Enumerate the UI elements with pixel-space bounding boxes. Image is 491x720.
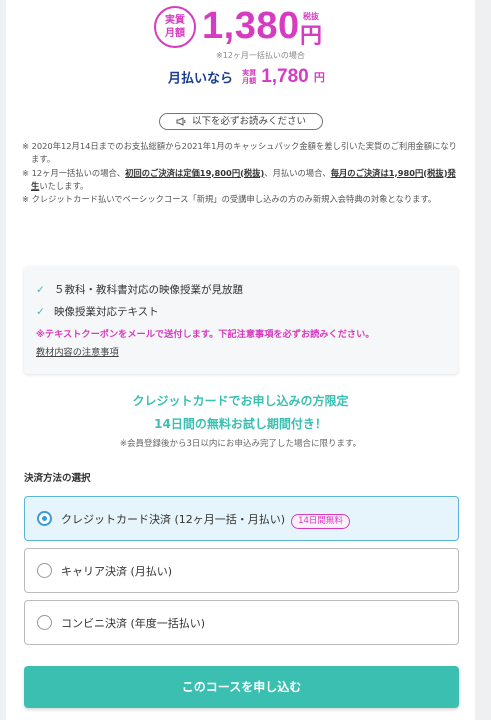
monthly-badge-line2: 月額 <box>242 77 257 85</box>
note-cashback: ※ 2020年12月14日までのお支払総額から2021年1月のキャッシュバック金… <box>22 141 457 165</box>
note-text: ※ 12ヶ月一括払いの場合、 <box>22 167 126 178</box>
monthly-yen: 円 <box>313 71 325 84</box>
payment-option-convenience-store[interactable]: コンビニ決済 (年度一括払い) <box>24 600 459 645</box>
yen-unit: 円 <box>300 23 323 48</box>
effective-monthly-price: 1,380 <box>202 5 300 47</box>
note-text: 、月払いの場合、 <box>264 167 331 178</box>
monthly-label: 月払いなら <box>168 71 234 87</box>
payment-option-label: キャリア決済 (月払い) <box>61 565 173 578</box>
feature-item: ✓ 映像授業対応テキスト <box>36 304 159 319</box>
payment-method-title: 決済方法の選択 <box>24 473 91 484</box>
badge-line2: 月額 <box>165 28 185 39</box>
note-text: いたします。 <box>39 180 89 191</box>
check-icon: ✓ <box>36 284 45 296</box>
feature-label: ５教科・教科書対応の映像授業が見放題 <box>54 284 243 296</box>
material-notes-link[interactable]: 教材内容の注意事項 <box>36 344 119 358</box>
monthly-price-line: 月払いなら 実質 月額 1,780 円 <box>168 66 325 88</box>
megaphone-icon <box>176 117 186 126</box>
campaign-block: クレジットカードでお申し込みの方限定 14日間の無料お試し期間付き！ ※会員登録… <box>6 390 475 449</box>
badge-line1: 実質 <box>165 15 185 26</box>
campaign-line2: 14日間の無料お試し期間付き！ <box>154 417 327 431</box>
text-coupon-warning: ※テキストクーポンをメールで送付します。下記注意事項を必ずお読みください。 <box>36 329 375 340</box>
payment-option-carrier[interactable]: キャリア決済 (月払い) <box>24 548 459 593</box>
radio-unselected-icon[interactable] <box>37 563 52 578</box>
effective-monthly-badge: 実質 月額 <box>154 6 196 48</box>
payment-option-credit-card[interactable]: クレジットカード決済 (12ヶ月一括・月払い) 14日間無料 <box>24 496 459 541</box>
check-icon: ✓ <box>36 306 45 318</box>
radio-unselected-icon[interactable] <box>37 615 52 630</box>
price-block: 実質 月額 1,380 税抜 円 ※12ヶ月一括払いの場合 月払いなら 実質 月… <box>154 4 334 90</box>
monthly-effective-badge: 実質 月額 <box>242 69 256 85</box>
annual-payment-note: ※12ヶ月一括払いの場合 <box>216 51 305 60</box>
feature-card: ✓ ５教科・教科書対応の映像授業が見放題 ✓ 映像授業対応テキスト ※テキストクーポ… <box>24 266 458 374</box>
payment-option-label: コンビニ決済 (年度一括払い) <box>61 617 206 630</box>
campaign-line1: クレジットカードでお申し込みの方限定 <box>132 394 349 408</box>
must-read-label: 以下を必ずお読みください <box>191 116 306 127</box>
payment-option-label: クレジットカード決済 (12ヶ月一括・月払い) 14日間無料 <box>61 511 350 529</box>
feature-label: 映像授業対応テキスト <box>54 306 159 318</box>
note-underlined: 初回のご決済は定価19,800円(税抜) <box>125 167 265 178</box>
must-read-toggle[interactable]: 以下を必ずお読みください <box>159 113 323 130</box>
radio-selected-icon[interactable] <box>37 511 52 526</box>
monthly-price: 1,780 <box>261 66 309 87</box>
course-application-page: 実質 月額 1,380 税抜 円 ※12ヶ月一括払いの場合 月払いなら 実質 月… <box>6 0 475 720</box>
notes-section: ※ 2020年12月14日までのお支払総額から2021年1月のキャッシュバック金… <box>22 140 464 206</box>
payment-option-text: クレジットカード決済 (12ヶ月一括・月払い) <box>61 513 286 526</box>
free-trial-badge: 14日間無料 <box>291 514 350 529</box>
feature-item: ✓ ５教科・教科書対応の映像授業が見放題 <box>36 282 243 297</box>
monthly-badge-line1: 実質 <box>242 69 257 77</box>
note-payment-terms: ※ 12ヶ月一括払いの場合、初回のご決済は定価19,800円(税抜)、月払いの場… <box>22 167 464 194</box>
note-eligibility: ※ クレジットカード払いでベーシックコース「新規」の受講申し込みの方のみ新規入会… <box>22 194 437 205</box>
campaign-note: ※会員登録後から3日以内にお申込み完了した場合に限ります。 <box>119 439 362 449</box>
apply-course-button[interactable]: このコースを申し込む <box>24 666 459 708</box>
